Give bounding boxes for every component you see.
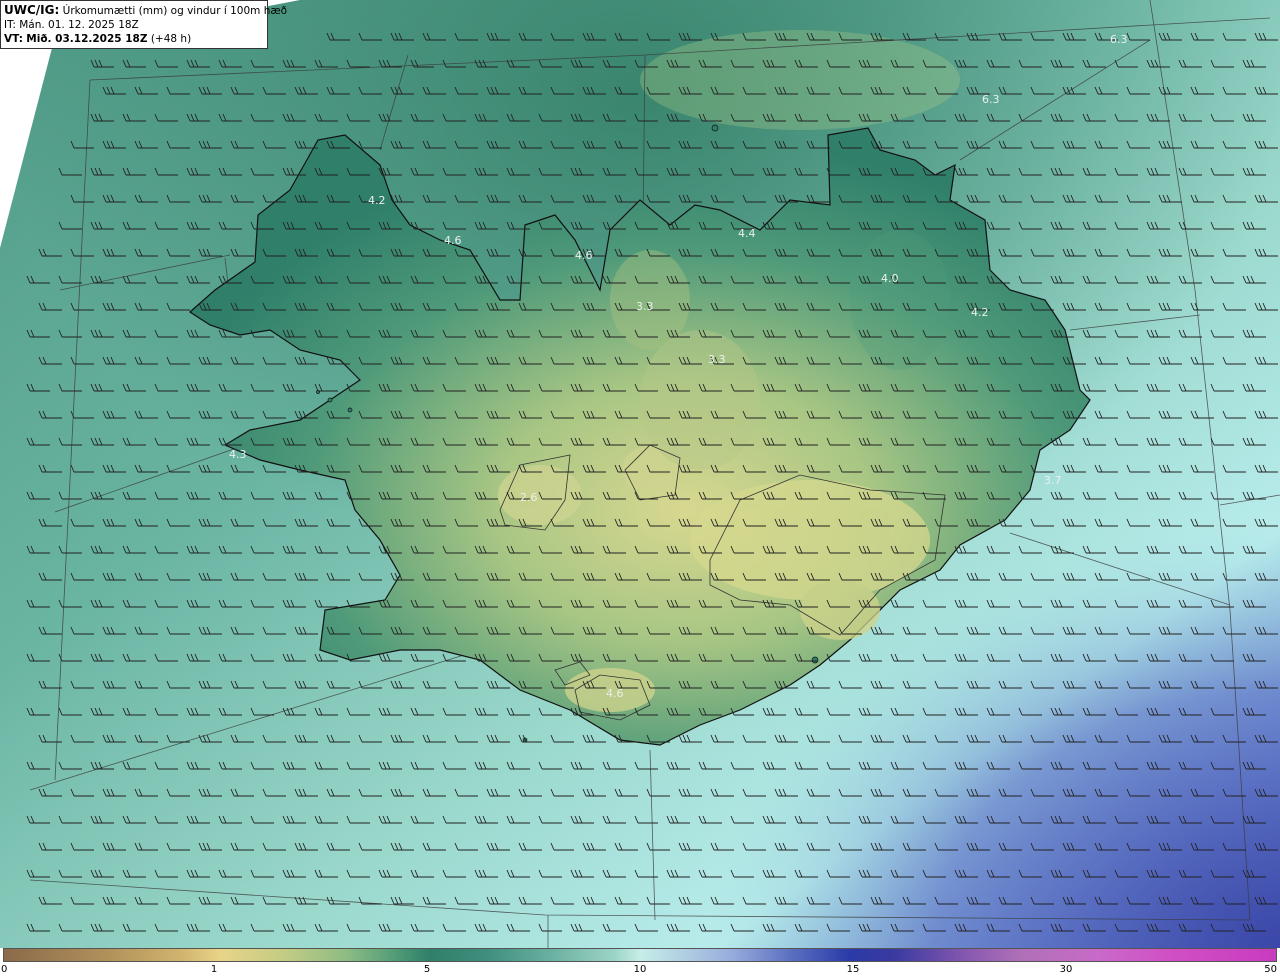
value-label: 6.3 [1110,33,1128,46]
colorbar-tick: 15 [846,964,860,975]
map-info-box: UWC/IG: Úrkomumætti (mm) og vindur í 100… [0,0,287,49]
valid-time: Mið. 03.12.2025 18Z [26,33,148,45]
valid-time-key: VT: [4,33,23,45]
forecast-lead: (+48 h) [150,33,192,45]
value-label: 3.7 [1044,474,1062,487]
colorbar-tick: 1 [210,964,218,975]
colorbar-tick: 5 [423,964,431,975]
value-label: 4.3 [229,448,247,461]
value-label: 4.2 [368,194,386,207]
value-label: 3.3 [636,300,654,313]
value-label: 3.3 [708,353,726,366]
value-label: 6.3 [982,93,1000,106]
value-label: 4.2 [971,306,989,319]
colorbar-strip [3,948,1277,962]
colorbar: 0 1 5 10 15 30 50 [0,948,1280,978]
colorbar-tick: 0 [1,964,8,975]
product-code: UWC/IG: [4,3,60,17]
product-title: Úrkomumætti (mm) og vindur í 100m hæð [62,5,288,17]
colorbar-tick: 50 [1264,964,1277,975]
colorbar-tick: 30 [1059,964,1073,975]
value-label: 2.6 [520,491,538,504]
value-label: 4.6 [575,249,593,262]
value-label: 4.0 [881,272,899,285]
colorbar-tick: 10 [633,964,647,975]
init-time: IT: Mán. 01. 12. 2025 18Z [4,19,139,31]
value-label: 4.6 [606,687,624,700]
value-label: 4.6 [444,234,462,247]
value-label: 4.4 [738,227,756,240]
weather-map: 6.3 6.3 4.2 4.6 4.6 4.4 4.0 4.2 3.3 3.3 … [0,0,1280,948]
